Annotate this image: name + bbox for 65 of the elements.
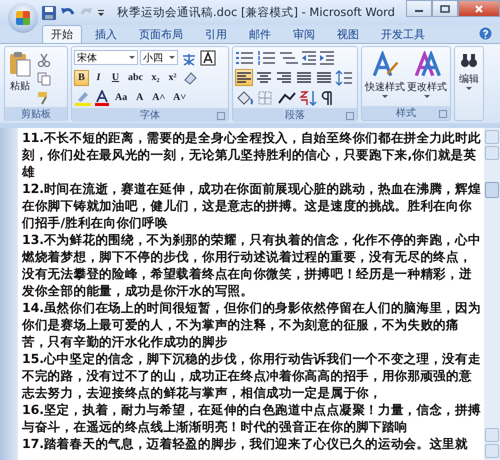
- ribbon-tab[interactable]: 视图: [328, 25, 368, 43]
- character-border-icon[interactable]: [200, 50, 216, 66]
- paste-button[interactable]: 粘贴: [7, 49, 33, 105]
- format-button[interactable]: abc: [125, 70, 146, 86]
- ribbon-tab[interactable]: 开始: [42, 25, 82, 43]
- ribbon-tab[interactable]: 插入: [86, 25, 126, 43]
- office-button[interactable]: [8, 2, 38, 32]
- close-icon: [474, 4, 484, 12]
- multilevel-list-icon[interactable]: [279, 50, 299, 66]
- font-effect-button[interactable]: A˅: [170, 90, 190, 106]
- ribbon-tab[interactable]: 页面布局: [130, 25, 192, 43]
- line-spacing-icon[interactable]: [335, 70, 353, 86]
- clipboard-icon: [9, 51, 31, 77]
- font-effect-button[interactable]: A: [132, 90, 148, 106]
- format-button[interactable]: I: [91, 70, 106, 86]
- document-paragraph: 13.不为鲜花的围绕，不为刹那的荣耀，只有执着的信念，化作不停的奔跑，心中燃烧着梦想，脚下不停的步伐，你用行动述说着过程的重要，没有无尽的终点，没有无法攀登的险峰，希望载着终点在向你微笑，拼搏吧！经历是一种精彩，迸发你全部的能量，成功是你汗水的写照。: [22, 231, 482, 299]
- document-paragraph: 11.不长不短的距离，需要的是全身心全程投入，自始至终你们都在拼全力此时此刻，你们处在最风光的一刻，无论第几坚持胜利的信心，只要跑下来,你们就是英雄: [22, 129, 482, 180]
- group-label: 剪贴板: [21, 108, 51, 121]
- alignment-button[interactable]: [315, 69, 333, 86]
- font-color-icon[interactable]: [94, 90, 110, 106]
- ribbon-tab[interactable]: 引用: [196, 25, 236, 43]
- font-effect-button[interactable]: Aa: [112, 90, 130, 106]
- increase-indent-icon[interactable]: [319, 50, 335, 66]
- style-button[interactable]: 更改样式: [407, 49, 447, 104]
- document-paragraph: 16.坚定，执着，耐力与希望，在延伸的白色跑道中点点凝聚！力量，信念，拼搏与奋斗，在遥远的终点线上渐渐明亮！时代的强音正在你的脚下踏响: [22, 401, 482, 435]
- group-label: 样式: [396, 106, 416, 120]
- document-paragraph: 12.时间在流逝，赛道在延伸，成功在你面前展现心脏的跳动，热血在沸腾，辉煌在你脚下铸就加油吧，健儿们，这是意志的拼搏。这是速度的挑战。胜利在向你们招手/胜利在向你们呼唤: [22, 180, 482, 231]
- format-button[interactable]: U: [108, 70, 123, 86]
- minimize-button[interactable]: [406, 0, 432, 17]
- alignment-button[interactable]: [275, 69, 293, 86]
- group-label: 字体: [140, 108, 160, 122]
- document-paragraph: 14.虽然你们在场上的时间很短暂，但你们的身影依然停留在人们的脑海里，因为你们是赛场上最可爱的人，不为掌声的注释，不为刻意的征服，不为失败的痛苦，只有辛勤的汗水化作成功的脚步: [22, 299, 482, 350]
- style-button[interactable]: 快速样式: [365, 49, 405, 104]
- paragraph-mark-icon[interactable]: [319, 90, 335, 106]
- format-button[interactable]: x²: [165, 70, 180, 86]
- font-size-field[interactable]: 小四: [140, 50, 178, 65]
- shading-bucket-icon[interactable]: [235, 90, 255, 106]
- letter-a-icon: [413, 51, 441, 79]
- decrease-indent-icon[interactable]: [301, 50, 317, 66]
- format-button[interactable]: B: [74, 70, 89, 86]
- vertical-scrollbar[interactable]: [484, 128, 500, 460]
- ribbon-tab[interactable]: 审阅: [284, 25, 324, 43]
- scissors-icon[interactable]: [37, 53, 51, 67]
- alignment-button[interactable]: [255, 69, 273, 86]
- font-name-field[interactable]: 宋体: [74, 50, 138, 65]
- numbered-list-icon[interactable]: [257, 50, 277, 66]
- maximize-icon: [440, 4, 450, 12]
- help-icon[interactable]: [479, 27, 492, 40]
- ribbon-tab[interactable]: 开发工具: [372, 25, 434, 43]
- document-paragraph: 17.踏着春天的气息，迈着轻盈的脚步，我们迎来了心仪已久的运动会。这里就: [22, 435, 469, 452]
- alignment-button[interactable]: [295, 69, 313, 86]
- ribbon-tab[interactable]: 邮件: [240, 25, 280, 43]
- alignment-button[interactable]: [235, 69, 253, 86]
- bullet-list-icon[interactable]: [235, 50, 255, 66]
- document-paragraph: 15.心中坚定的信念，脚下沉稳的步伐，你用行动告诉我们一个不变之理，没有走不完的路，没有过不了的山，成功正在终点冲着你高高的招手，用你那顽强的意志去努力，去迎接终点的鲜花与掌声，相信成功一定是属于你，: [22, 350, 482, 401]
- font-effect-button[interactable]: A˄: [149, 90, 168, 106]
- copy-icon[interactable]: [37, 72, 51, 86]
- format-button[interactable]: x₂: [148, 70, 163, 86]
- window-title: 秋季运动会通讯稿.doc [兼容模式] - Microsoft Word: [116, 5, 396, 20]
- sort-icon[interactable]: [299, 90, 317, 106]
- letter-a-icon: [371, 51, 399, 79]
- maximize-button[interactable]: [432, 0, 458, 17]
- close-button[interactable]: [458, 0, 500, 17]
- group-label: 段落: [285, 108, 305, 122]
- save-icon[interactable]: [41, 4, 57, 20]
